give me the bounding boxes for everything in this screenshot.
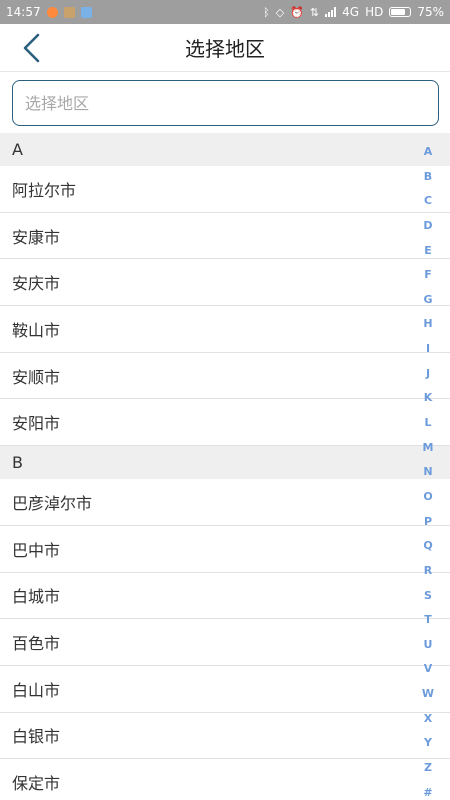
index-letter-a[interactable]: A — [424, 146, 433, 157]
city-list-item[interactable]: 白山市 — [0, 665, 450, 713]
index-letter-z[interactable]: Z — [424, 762, 432, 773]
city-list-item[interactable]: 白城市 — [0, 572, 450, 620]
index-letter-w[interactable]: W — [422, 688, 434, 699]
notification-app2-icon — [80, 6, 92, 18]
city-list-item[interactable]: 安庆市 — [0, 259, 450, 307]
city-list[interactable]: A 阿拉尔市 安康市 安庆市 鞍山市 安顺市 安阳市 B 巴彦淖尔市 巴中市 白城市 百色市 白山市 白银… — [0, 133, 450, 800]
notification-orange-icon — [46, 6, 58, 18]
alarm-icon: ⏰ — [290, 5, 304, 19]
status-left: 14:57 — [6, 5, 92, 19]
index-letter-l[interactable]: L — [424, 417, 431, 428]
index-letter-k[interactable]: K — [424, 392, 433, 403]
city-list-item[interactable]: 保定市 — [0, 759, 450, 800]
bluetooth-icon: ᛒ — [263, 5, 270, 19]
index-letter-j[interactable]: J — [426, 368, 430, 379]
data-icon: ⇅ — [309, 5, 320, 19]
index-letter-n[interactable]: N — [423, 466, 432, 477]
back-button[interactable] — [18, 32, 48, 64]
notification-app-icon — [63, 6, 75, 18]
search-input[interactable] — [12, 80, 439, 126]
city-list-item[interactable]: 白银市 — [0, 712, 450, 760]
index-letter-hash[interactable]: # — [423, 787, 432, 798]
index-letter-t[interactable]: T — [424, 614, 432, 625]
status-right: ᛒ ◇ ⏰ ⇅ 4G HD 75% — [263, 5, 444, 19]
city-list-item[interactable]: 安顺市 — [0, 352, 450, 400]
city-list-item[interactable]: 巴彦淖尔市 — [0, 479, 450, 526]
index-letter-x[interactable]: X — [424, 713, 432, 724]
city-list-item[interactable]: 鞍山市 — [0, 306, 450, 353]
index-letter-u[interactable]: U — [424, 639, 433, 650]
battery-level: 75% — [417, 5, 444, 19]
index-letter-f[interactable]: F — [424, 269, 432, 280]
status-time: 14:57 — [6, 5, 41, 19]
index-letter-c[interactable]: C — [424, 195, 432, 206]
page-title: 选择地区 — [185, 37, 265, 61]
index-letter-e[interactable]: E — [424, 245, 432, 256]
index-letter-d[interactable]: D — [423, 220, 432, 231]
section-header: A — [0, 133, 450, 166]
signal-icon — [325, 7, 337, 17]
index-letter-i[interactable]: I — [426, 343, 430, 354]
index-letter-s[interactable]: S — [424, 590, 432, 601]
index-letter-h[interactable]: H — [423, 318, 432, 329]
section-header: B — [0, 446, 450, 480]
battery-fill — [391, 9, 405, 15]
index-letter-y[interactable]: Y — [424, 737, 432, 748]
index-letter-o[interactable]: O — [423, 491, 432, 502]
index-letter-b[interactable]: B — [424, 171, 432, 182]
chevron-left-icon — [23, 33, 40, 63]
alphabet-index-bar[interactable]: A B C D E F G H I J K L M N O P Q R S T U V W X Y Z # — [420, 146, 436, 798]
index-letter-m[interactable]: M — [423, 442, 434, 453]
city-list-item[interactable]: 安阳市 — [0, 399, 450, 447]
city-list-item[interactable]: 百色市 — [0, 619, 450, 666]
city-list-item[interactable]: 阿拉尔市 — [0, 166, 450, 213]
network-type: 4G — [342, 5, 360, 19]
vibrate-icon: ◇ — [275, 5, 285, 19]
index-letter-p[interactable]: P — [424, 516, 432, 527]
index-letter-r[interactable]: R — [424, 565, 432, 576]
city-list-item[interactable]: 巴中市 — [0, 525, 450, 573]
hd-label: HD — [365, 5, 384, 19]
index-letter-v[interactable]: V — [424, 663, 433, 674]
index-letter-g[interactable]: G — [423, 294, 432, 305]
status-bar: 14:57 ᛒ ◇ ⏰ ⇅ 4G HD 75% — [0, 0, 450, 24]
battery-icon — [389, 7, 412, 17]
city-list-item[interactable]: 安康市 — [0, 212, 450, 260]
header: 选择地区 — [0, 24, 450, 72]
index-letter-q[interactable]: Q — [423, 540, 432, 551]
